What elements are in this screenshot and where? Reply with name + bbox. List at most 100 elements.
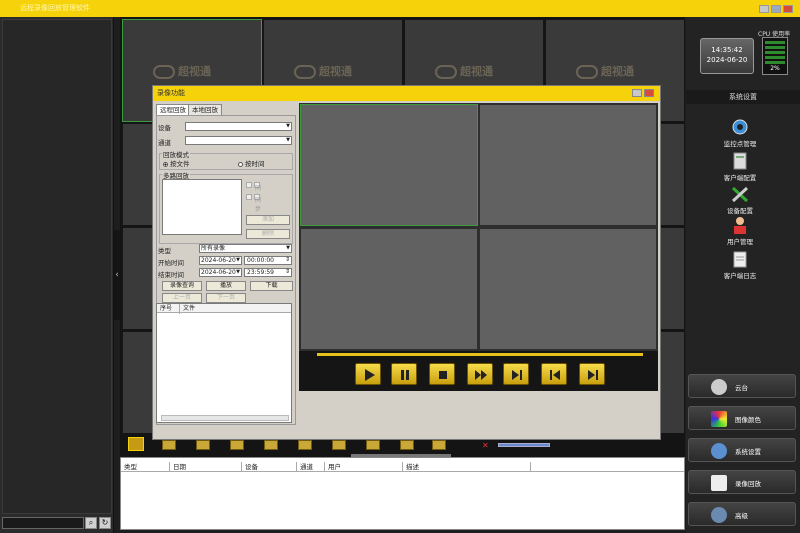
end-date-picker[interactable]: 2024-06-20 — [199, 268, 242, 277]
radio-by-file[interactable]: 按文件 — [163, 158, 190, 168]
playback-dialog: 录像功能 远程回放 本地回放 设备 通道 回放模式 按文件 按时间 多路回放 同… — [152, 85, 661, 440]
splitter-handle[interactable] — [351, 454, 451, 457]
record-playback-button[interactable]: 录像回放 — [688, 470, 796, 494]
pause-icon[interactable] — [391, 363, 417, 385]
playback-video-grid — [299, 103, 658, 351]
log-icon — [730, 250, 750, 268]
playback-cell[interactable] — [300, 228, 478, 350]
image-color-button[interactable]: 图像颜色 — [688, 406, 796, 430]
log-col-desc[interactable]: 描述 — [402, 462, 530, 472]
sync-checkbox-2[interactable]: 同步 — [246, 193, 262, 213]
add-button[interactable]: 添加 — [246, 215, 290, 225]
start-time-label: 开始时间 — [158, 259, 184, 267]
server-config-icon — [730, 152, 750, 170]
users-icon — [711, 507, 727, 523]
end-time-spinner[interactable]: 23:59:59 — [244, 268, 292, 277]
device-select[interactable] — [185, 122, 292, 131]
log-header: 类型 日期 设备 通道 用户 描述 — [121, 462, 684, 472]
layout-16-icon[interactable] — [332, 440, 346, 450]
layout-8-icon[interactable] — [230, 440, 244, 450]
volume-slider[interactable] — [498, 443, 550, 447]
clock-display: 14:35:42 2024-06-20 — [700, 38, 754, 74]
playback-progress-bar[interactable] — [317, 353, 643, 356]
file-col-file[interactable]: 文件 — [179, 304, 291, 314]
layout-25-icon[interactable] — [366, 440, 380, 450]
quick-item-client-config[interactable]: 客户端配置 — [700, 152, 780, 182]
file-col-index[interactable]: 序号 — [157, 304, 179, 314]
stop-icon[interactable] — [429, 363, 455, 385]
maximize-button[interactable] — [771, 5, 781, 13]
log-col-device[interactable]: 设备 — [241, 462, 296, 472]
log-col-type[interactable]: 类型 — [121, 462, 169, 472]
minimize-button[interactable] — [759, 5, 769, 13]
skip-forward-icon[interactable] — [579, 363, 605, 385]
quick-item-client-log[interactable]: 客户端日志 — [700, 250, 780, 280]
download-button[interactable]: 下载 — [250, 281, 293, 291]
log-col-user[interactable]: 用户 — [324, 462, 402, 472]
settings-icon — [711, 443, 727, 459]
watermark-logo: 超视通 — [576, 63, 634, 79]
dialog-title: 录像功能 — [157, 89, 185, 97]
next-page-button[interactable]: 下一页 — [206, 293, 246, 303]
skip-back-icon[interactable] — [541, 363, 567, 385]
app-title-bar: 远程录像回放管理软件 — [0, 0, 800, 17]
color-icon — [711, 411, 727, 427]
layout-36-icon[interactable] — [400, 440, 414, 450]
query-button[interactable]: 录像查询 — [162, 281, 202, 291]
user-icon — [730, 216, 750, 234]
mute-icon[interactable]: ✕ — [482, 441, 489, 450]
camera-icon — [730, 118, 750, 136]
radio-by-time[interactable]: 按时间 — [238, 158, 265, 168]
cpu-value: 2% — [770, 65, 780, 72]
record-file-list[interactable]: 序号 文件 — [156, 303, 292, 423]
dialog-minimize-button[interactable] — [632, 89, 642, 97]
layout-9-icon[interactable] — [264, 440, 278, 450]
ptz-icon — [711, 379, 727, 395]
layout-13-icon[interactable] — [298, 440, 312, 450]
tab-local-playback[interactable]: 本地回放 — [188, 104, 222, 115]
dialog-close-button[interactable] — [644, 89, 654, 97]
file-list-scrollbar[interactable] — [161, 415, 289, 421]
advanced-button[interactable]: 高级 — [688, 502, 796, 526]
close-button[interactable] — [783, 5, 793, 13]
event-log-table: 类型 日期 设备 通道 用户 描述 — [120, 454, 685, 530]
start-date-picker[interactable]: 2024-06-20 — [199, 256, 242, 265]
multi-playback-group: 多路回放 同步 同步 添加 删除 — [159, 170, 293, 244]
delete-button[interactable]: 删除 — [246, 229, 290, 239]
system-settings-button[interactable]: 系统设置 — [688, 438, 796, 462]
refresh-icon[interactable]: ↻ — [99, 517, 111, 529]
app-title: 远程录像回放管理软件 — [20, 4, 90, 12]
layout-4-icon[interactable] — [162, 440, 176, 450]
prev-page-button[interactable]: 上一页 — [162, 293, 202, 303]
device-search-input[interactable] — [2, 517, 84, 529]
ptz-button[interactable]: 云台 — [688, 374, 796, 398]
quick-item-device-config[interactable]: 设备配置 — [700, 185, 780, 215]
clock-time: 14:35:42 — [711, 46, 743, 54]
device-tree[interactable] — [2, 19, 112, 514]
sync-checkbox-1[interactable]: 同步 — [246, 181, 262, 201]
channel-select[interactable] — [185, 136, 292, 145]
search-icon[interactable]: ⌕ — [85, 517, 97, 529]
playback-cell[interactable] — [479, 104, 657, 226]
playback-cell[interactable] — [300, 104, 478, 226]
quick-item-user-manage[interactable]: 用户管理 — [700, 216, 780, 246]
step-forward-icon[interactable] — [503, 363, 529, 385]
record-type-select[interactable]: 所有录像 — [199, 244, 292, 253]
playback-mode-group: 回放模式 按文件 按时间 — [159, 149, 293, 170]
tab-remote-playback[interactable]: 远程回放 — [156, 104, 190, 115]
playback-cell[interactable] — [479, 228, 657, 350]
play-icon[interactable] — [355, 363, 381, 385]
log-col-channel[interactable]: 通道 — [296, 462, 324, 472]
multi-playback-list[interactable] — [162, 179, 242, 235]
start-time-spinner[interactable]: 00:00:00 — [244, 256, 292, 265]
channel-label: 通道 — [158, 139, 171, 147]
layout-6-icon[interactable] — [196, 440, 210, 450]
watermark-logo: 超视通 — [294, 63, 352, 79]
layout-64-icon[interactable] — [432, 440, 446, 450]
dialog-title-bar[interactable]: 录像功能 — [153, 86, 660, 101]
fast-forward-icon[interactable] — [467, 363, 493, 385]
layout-1x1-icon[interactable] — [128, 437, 144, 451]
log-col-date[interactable]: 日期 — [169, 462, 241, 472]
play-button[interactable]: 播放 — [206, 281, 246, 291]
quick-item-monitor[interactable]: 监控点管理 — [700, 118, 780, 148]
